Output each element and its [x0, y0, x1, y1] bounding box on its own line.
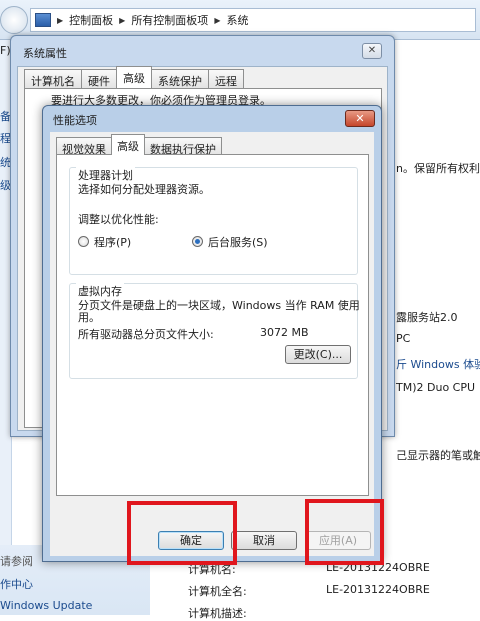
tab-hardware[interactable]: 硬件 [81, 69, 117, 88]
see-also-heading: 请参阅 [0, 555, 33, 568]
tab-computer-name[interactable]: 计算机名 [24, 69, 82, 88]
tab-strip: 计算机名 硬件 高级 系统保护 远程 [24, 66, 244, 88]
group-description: 选择如何分配处理器资源。 [78, 183, 210, 196]
address-bar: ▶ 控制面板 ▶ 所有控制面板项 ▶ 系统 [0, 0, 480, 40]
computer-full-name-label: 计算机全名: [188, 585, 247, 598]
processor-fragment: TM)2 Duo CPU [396, 381, 476, 394]
advanced-panel: 处理器计划 选择如何分配处理器资源。 调整以优化性能: 程序(P) 后台服务(S… [56, 154, 369, 496]
processor-scheduling-group: 处理器计划 选择如何分配处理器资源。 调整以优化性能: 程序(P) 后台服务(S… [69, 167, 358, 275]
tab-visual-effects[interactable]: 视觉效果 [56, 137, 112, 156]
close-button[interactable]: ✕ [345, 110, 375, 127]
edition-fragment: PC [396, 332, 411, 345]
background-services-label[interactable]: 后台服务(S) [208, 234, 268, 250]
highlight-box-ok-cancel [127, 501, 237, 565]
adjust-label: 调整以优化性能: [78, 213, 159, 226]
virtual-memory-group: 虚拟内存 分页文件是硬盘上的一块区域，Windows 当作 RAM 使用 用。 … [69, 283, 360, 379]
vm-description-line1: 分页文件是硬盘上的一块区域，Windows 当作 RAM 使用 [78, 299, 360, 312]
rating-fragment: 露服务站2.0 [396, 311, 458, 324]
cancel-button[interactable]: 取消 [231, 531, 297, 550]
tab-advanced[interactable]: 高级 [111, 134, 145, 155]
tab-dep[interactable]: 数据执行保护 [144, 137, 222, 156]
breadcrumb-system[interactable]: 系统 [226, 12, 248, 28]
copyright-fragment: n。保留所有权利。 [396, 162, 480, 175]
programs-label[interactable]: 程序(P) [94, 234, 131, 250]
action-center-link[interactable]: 作中心 [0, 576, 33, 592]
breadcrumb[interactable]: ▶ 控制面板 ▶ 所有控制面板项 ▶ 系统 [30, 8, 476, 32]
programs-radio[interactable] [78, 236, 89, 247]
performance-options-dialog: 性能选项 ✕ 视觉效果 高级 数据执行保护 处理器计划 选择如何分配处理器资源。… [42, 105, 382, 562]
control-panel-icon [35, 13, 51, 27]
chevron-right-icon[interactable]: ▶ [119, 16, 125, 25]
total-paging-label: 所有驱动器总分页文件大小: [78, 328, 214, 341]
dialog-title: 性能选项 [53, 114, 97, 127]
background-services-radio[interactable] [192, 236, 203, 247]
tab-system-protection[interactable]: 系统保护 [151, 69, 209, 88]
pen-touch-fragment: 己显示器的笔或触控 [396, 449, 480, 462]
highlight-box-apply [305, 499, 384, 565]
tab-advanced[interactable]: 高级 [116, 66, 152, 88]
dialog-body: 视觉效果 高级 数据执行保护 处理器计划 选择如何分配处理器资源。 调整以优化性… [50, 132, 374, 556]
close-button[interactable]: ✕ [362, 43, 382, 59]
window-title: 系统属性 [23, 47, 67, 60]
chevron-right-icon[interactable]: ▶ [57, 16, 63, 25]
tab-remote[interactable]: 远程 [208, 69, 244, 88]
windows-update-link[interactable]: Windows Update [0, 599, 92, 612]
experience-index-link[interactable]: 斤 Windows 体验 [396, 356, 480, 372]
back-button[interactable] [0, 6, 28, 34]
breadcrumb-all-items[interactable]: 所有控制面板项 [131, 12, 208, 28]
vm-description-line2: 用。 [78, 311, 100, 324]
chevron-right-icon[interactable]: ▶ [214, 16, 220, 25]
tab-strip: 视觉效果 高级 数据执行保护 [56, 134, 222, 156]
computer-description-label: 计算机描述: [188, 607, 247, 620]
breadcrumb-control-panel[interactable]: 控制面板 [69, 12, 113, 28]
total-paging-value: 3072 MB [260, 326, 309, 339]
change-button[interactable]: 更改(C)... [285, 345, 351, 364]
computer-full-name-value: LE-20131224OBRE [326, 583, 430, 596]
